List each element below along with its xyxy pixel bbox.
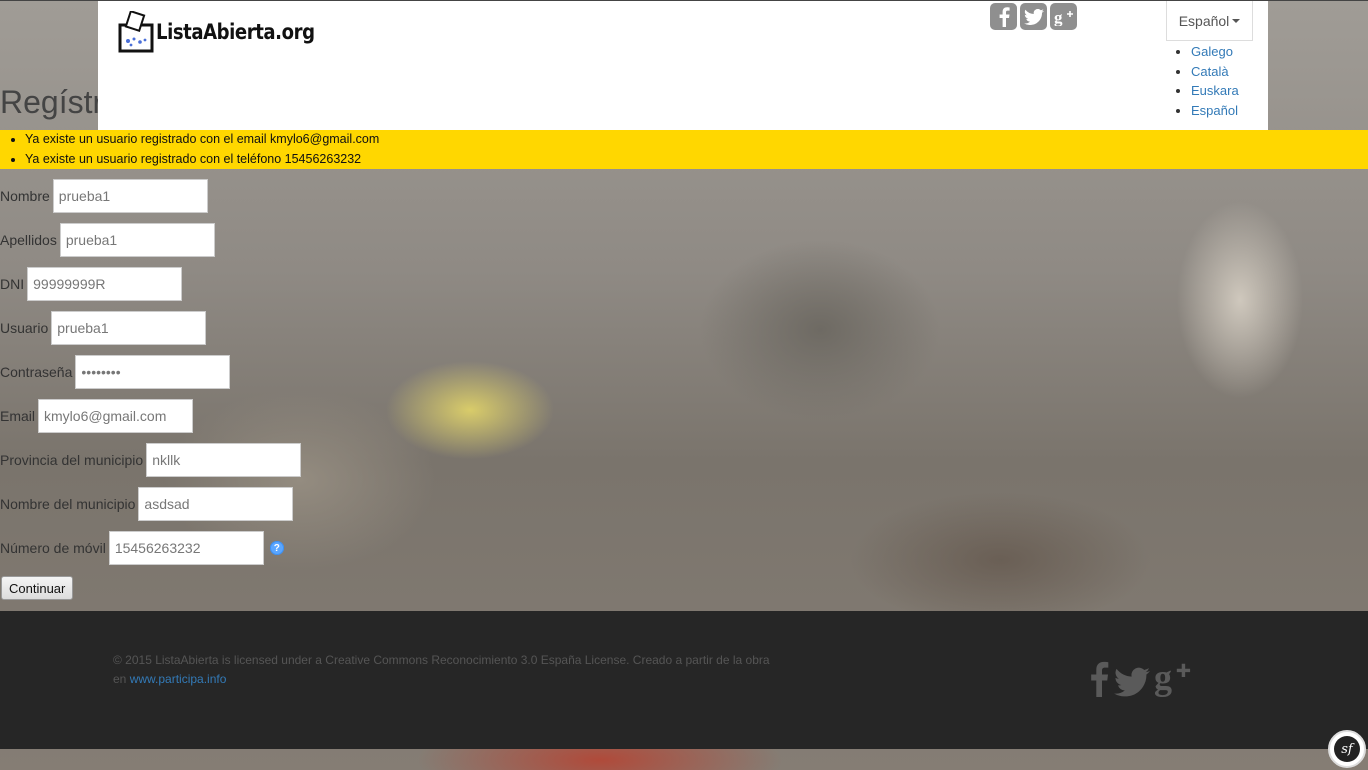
movil-label: Número de móvil — [0, 540, 106, 556]
form-row-usuario: Usuario — [0, 311, 207, 345]
contrasena-label: Contraseña — [0, 364, 73, 380]
error-banner: Ya existe un usuario registrado con el e… — [0, 130, 1368, 169]
form-row-email: Email — [0, 399, 194, 433]
svg-text:g: g — [1154, 659, 1172, 697]
error-message-email: Ya existe un usuario registrado con el e… — [25, 130, 1368, 150]
social-links-footer: g — [1088, 657, 1192, 700]
form-row-contrasena: Contraseña — [0, 355, 231, 389]
municipio-input[interactable] — [138, 487, 294, 521]
facebook-icon[interactable] — [1088, 661, 1110, 700]
municipio-label: Nombre del municipio — [0, 496, 136, 512]
language-link-euskara[interactable]: Euskara — [1191, 83, 1239, 98]
language-link-catala[interactable]: Català — [1191, 64, 1229, 79]
nombre-input[interactable] — [52, 179, 208, 213]
logo-text: ListaAbierta.org — [156, 20, 315, 44]
language-item: Galego — [1191, 42, 1239, 62]
language-link-galego[interactable]: Galego — [1191, 44, 1233, 59]
apellidos-input[interactable] — [59, 223, 215, 257]
social-links-header: g — [990, 3, 1077, 30]
facebook-icon[interactable] — [990, 3, 1017, 30]
current-language: Español — [1178, 12, 1230, 29]
footer-license-text: © 2015 ListaAbierta is licensed under a … — [113, 651, 773, 689]
site-header: ListaAbierta.org g Español Galego Català… — [98, 1, 1268, 130]
symfony-logo-icon: sf — [1334, 736, 1360, 762]
form-row-dni: DNI — [0, 267, 183, 301]
usuario-input[interactable] — [51, 311, 207, 345]
language-item: Euskara — [1191, 81, 1239, 101]
form-row-provincia: Provincia del municipio — [0, 443, 302, 477]
nombre-label: Nombre — [0, 188, 50, 204]
form-row-movil: Número de móvil ? — [0, 531, 284, 565]
symfony-toolbar-toggle[interactable]: sf — [1328, 730, 1366, 768]
help-icon[interactable]: ? — [269, 541, 284, 555]
google-plus-icon[interactable]: g — [1154, 657, 1192, 700]
participa-link[interactable]: www.participa.info — [130, 672, 227, 686]
language-list: Galego Català Euskara Español — [1178, 42, 1239, 121]
usuario-label: Usuario — [0, 320, 49, 336]
site-logo[interactable]: ListaAbierta.org — [118, 9, 340, 53]
provincia-input[interactable] — [146, 443, 302, 477]
language-item: Español — [1191, 101, 1239, 121]
google-plus-icon[interactable]: g — [1050, 3, 1077, 30]
language-dropdown-toggle[interactable]: Español — [1166, 1, 1253, 41]
email-input[interactable] — [38, 399, 194, 433]
form-row-municipio: Nombre del municipio — [0, 487, 294, 521]
twitter-icon[interactable] — [1114, 667, 1150, 700]
email-label: Email — [0, 408, 36, 424]
svg-text:g: g — [1054, 8, 1063, 26]
dni-label: DNI — [0, 276, 25, 292]
movil-input[interactable] — [108, 531, 264, 565]
form-row-apellidos: Apellidos — [0, 223, 215, 257]
continue-button[interactable]: Continuar — [1, 576, 74, 600]
language-link-espanol[interactable]: Español — [1191, 103, 1238, 118]
form-row-nombre: Nombre — [0, 179, 208, 213]
error-message-phone: Ya existe un usuario registrado con el t… — [25, 150, 1368, 170]
provincia-label: Provincia del municipio — [0, 452, 144, 468]
ballot-box-icon — [118, 9, 154, 53]
caret-down-icon — [1232, 18, 1241, 23]
dni-input[interactable] — [27, 267, 183, 301]
language-item: Català — [1191, 62, 1239, 82]
site-footer: © 2015 ListaAbierta is licensed under a … — [0, 611, 1368, 749]
twitter-icon[interactable] — [1020, 3, 1047, 30]
password-input[interactable] — [75, 355, 231, 389]
page-title: Regístr — [0, 84, 104, 120]
apellidos-label: Apellidos — [0, 232, 57, 248]
